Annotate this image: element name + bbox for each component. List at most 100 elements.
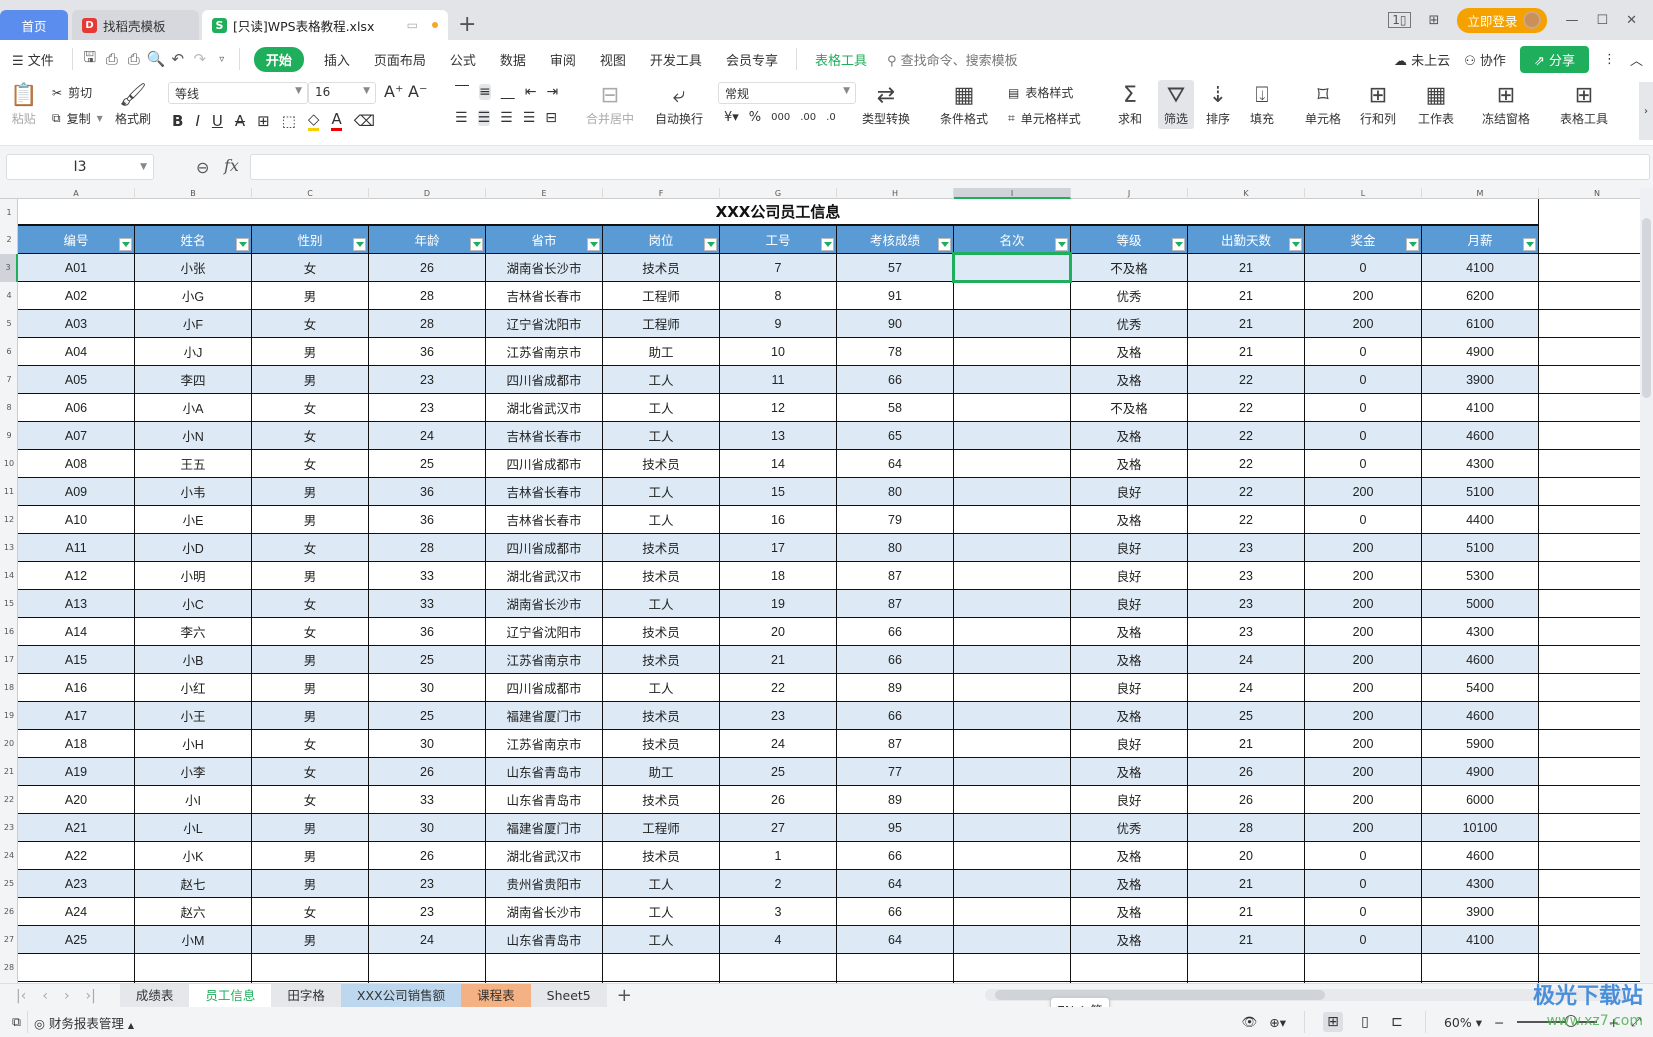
table-cell[interactable] (954, 674, 1071, 702)
table-cell[interactable]: 21 (1188, 926, 1305, 954)
empty-cell[interactable] (603, 954, 720, 982)
table-cell[interactable]: 0 (1305, 394, 1422, 422)
table-cell[interactable]: 66 (837, 646, 954, 674)
table-cell[interactable]: 36 (369, 478, 486, 506)
empty-cell[interactable] (1188, 954, 1305, 982)
row-header-7[interactable]: 7 (0, 366, 18, 394)
table-cell[interactable]: 福建省厦门市 (486, 702, 603, 730)
empty-cell[interactable] (18, 954, 135, 982)
table-cell[interactable]: 女 (252, 254, 369, 282)
table-cell[interactable]: 四川省成都市 (486, 534, 603, 562)
table-cell[interactable]: 15 (720, 478, 837, 506)
column-title-cell[interactable]: 年龄 (369, 226, 486, 254)
table-cell[interactable]: 9 (720, 310, 837, 338)
table-cell[interactable]: 四川省成都市 (486, 674, 603, 702)
table-cell[interactable]: 0 (1305, 926, 1422, 954)
table-cell[interactable]: 22 (1188, 422, 1305, 450)
table-cell[interactable]: A25 (18, 926, 135, 954)
normal-view-icon[interactable]: ⊞ (1322, 1012, 1343, 1032)
window-layout-icon[interactable]: 1▯ (1388, 12, 1411, 28)
align-middle-icon[interactable]: ≡ (479, 84, 491, 100)
table-cell[interactable]: 工程师 (603, 282, 720, 310)
sheet-tab[interactable]: XXX公司销售额 (340, 983, 462, 1008)
table-cell[interactable] (954, 310, 1071, 338)
table-cell[interactable] (954, 422, 1071, 450)
table-cell[interactable] (954, 618, 1071, 646)
table-cell[interactable]: 技术员 (603, 562, 720, 590)
table-cell[interactable]: 21 (720, 646, 837, 674)
font-size-select[interactable]: 16 ▼ (308, 82, 376, 104)
menu-tab-insert[interactable]: 插入 (312, 50, 362, 69)
empty-cell[interactable] (1539, 786, 1653, 814)
column-title-cell[interactable]: 名次 (954, 226, 1071, 254)
export-pdf-icon[interactable]: ⎙ (101, 50, 123, 68)
column-header-k[interactable]: K (1188, 188, 1305, 199)
fill-button[interactable]: ⍗ 填充 (1250, 82, 1274, 127)
empty-cell[interactable] (1539, 506, 1653, 534)
filter-dropdown-icon[interactable] (821, 238, 834, 251)
collapse-ribbon-icon[interactable]: ︿ (1630, 50, 1643, 69)
table-cell[interactable] (954, 534, 1071, 562)
table-cell[interactable]: 1 (720, 842, 837, 870)
table-cell[interactable]: 66 (837, 898, 954, 926)
table-cell[interactable]: 吉林省长春市 (486, 422, 603, 450)
table-cell[interactable] (954, 478, 1071, 506)
add-sheet-button[interactable]: + (607, 985, 642, 1006)
table-cell[interactable]: 200 (1305, 674, 1422, 702)
column-header-b[interactable]: B (135, 188, 252, 199)
filter-dropdown-icon[interactable] (1172, 238, 1185, 251)
table-cell[interactable]: 21 (1188, 870, 1305, 898)
empty-cell[interactable] (1539, 450, 1653, 478)
table-cell[interactable]: 26 (369, 758, 486, 786)
more-icon[interactable]: ⋮ (1603, 52, 1616, 67)
filter-dropdown-icon[interactable] (704, 238, 717, 251)
borders-icon[interactable]: ⊞ (257, 112, 270, 130)
sheet-tab[interactable]: 课程表 (461, 983, 531, 1008)
freeze-panes-button[interactable]: ⊞ 冻结窗格 (1482, 82, 1530, 127)
column-title-cell[interactable]: 月薪 (1422, 226, 1539, 254)
table-cell[interactable] (954, 730, 1071, 758)
row-header-1[interactable]: 1 (0, 199, 18, 226)
macro-app[interactable]: ◎ 财务报表管理 ▲ (34, 1013, 134, 1032)
table-cell[interactable]: 男 (252, 338, 369, 366)
worksheet-button[interactable]: ▦ 工作表 (1418, 82, 1454, 127)
table-cell[interactable]: 及格 (1071, 366, 1188, 394)
table-cell[interactable]: 23 (1188, 562, 1305, 590)
table-cell[interactable]: 李六 (135, 618, 252, 646)
column-title-cell[interactable]: 省市 (486, 226, 603, 254)
table-cell[interactable]: 8 (720, 282, 837, 310)
sum-button[interactable]: Σ 求和 (1118, 82, 1142, 127)
table-cell[interactable]: 26 (369, 254, 486, 282)
eye-protection-icon[interactable]: 👁 (1241, 1014, 1257, 1030)
macro-record-icon[interactable]: ⧉ (12, 1014, 21, 1030)
table-cell[interactable]: 福建省厦门市 (486, 814, 603, 842)
table-cell[interactable]: 200 (1305, 310, 1422, 338)
table-cell[interactable]: 男 (252, 646, 369, 674)
align-top-icon[interactable]: ⎺ (455, 84, 469, 100)
table-cell[interactable]: 女 (252, 394, 369, 422)
currency-icon[interactable]: ¥▾ (724, 110, 739, 125)
row-header-12[interactable]: 12 (0, 506, 18, 534)
row-header-27[interactable]: 27 (0, 926, 18, 954)
zoom-level[interactable]: 60% ▾ (1444, 1015, 1482, 1030)
empty-cell[interactable] (1539, 870, 1653, 898)
menu-tab-review[interactable]: 审阅 (538, 50, 588, 69)
font-color-icon[interactable]: A (331, 110, 342, 131)
table-cell[interactable]: 小李 (135, 758, 252, 786)
filter-dropdown-icon[interactable] (938, 238, 951, 251)
empty-cell[interactable] (720, 954, 837, 982)
table-cell[interactable]: 工人 (603, 366, 720, 394)
sort-button[interactable]: ⇣ 排序 (1206, 82, 1230, 127)
table-cell[interactable]: 优秀 (1071, 814, 1188, 842)
column-header-n[interactable]: N (1539, 188, 1653, 199)
table-cell[interactable] (954, 282, 1071, 310)
row-header-25[interactable]: 25 (0, 870, 18, 898)
table-cell[interactable]: 23 (369, 394, 486, 422)
table-cell[interactable]: 男 (252, 702, 369, 730)
table-cell[interactable]: A24 (18, 898, 135, 926)
table-cell[interactable]: 28 (369, 310, 486, 338)
table-cell[interactable]: 男 (252, 870, 369, 898)
table-cell[interactable]: 200 (1305, 786, 1422, 814)
table-cell[interactable]: A08 (18, 450, 135, 478)
table-cell[interactable]: 辽宁省沈阳市 (486, 310, 603, 338)
